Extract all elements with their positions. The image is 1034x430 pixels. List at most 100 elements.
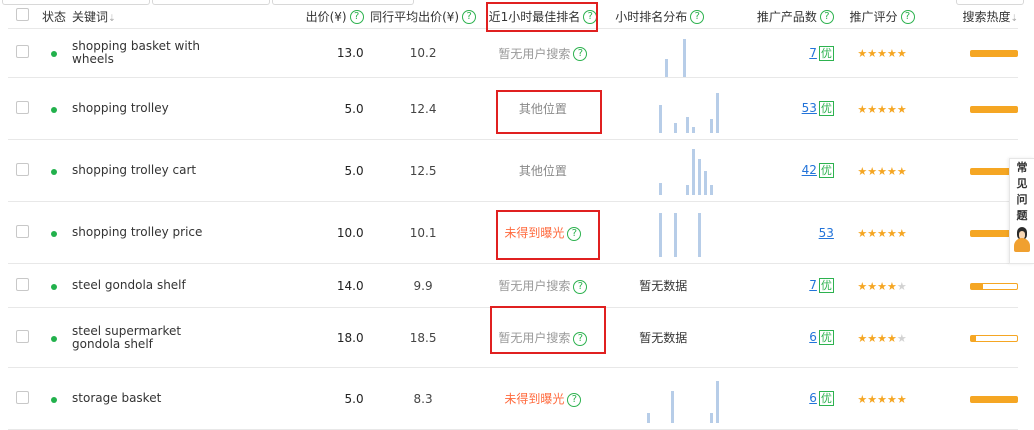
rank-bar <box>710 118 714 133</box>
search-heat-bar <box>970 282 1018 290</box>
search-heat-bar <box>970 50 1018 57</box>
star-icon: ★ <box>857 102 868 116</box>
search-heat-bar <box>970 334 1018 342</box>
star-icon: ★ <box>877 164 887 178</box>
faq-char-3: 问 <box>1016 193 1028 206</box>
help-icon[interactable]: ? <box>567 392 582 407</box>
star-icon: ★ <box>867 226 878 240</box>
table-row: storage basket 5.0 8.3 未得到曝光? 6优 ★★★★★ <box>8 367 1018 430</box>
product-count-link[interactable]: 53 <box>819 226 834 240</box>
status-dot-icon <box>51 168 57 175</box>
row-checkbox[interactable] <box>16 162 30 176</box>
rank-bar <box>665 59 669 77</box>
best-rank-value: 其他位置 <box>518 102 567 116</box>
row-checkbox[interactable] <box>16 390 30 404</box>
help-icon[interactable]: ? <box>567 226 582 241</box>
table-row: steel supermarket gondola shelf 18.0 18.… <box>8 307 1018 368</box>
score-stars: ★★★★★ <box>857 332 906 345</box>
help-icon[interactable]: ? <box>583 10 598 24</box>
status-dot-icon <box>51 335 57 342</box>
search-heat-bar <box>970 395 1018 403</box>
help-icon[interactable]: ? <box>900 10 915 24</box>
row-checkbox[interactable] <box>16 100 30 114</box>
quality-badge: 优 <box>818 101 834 116</box>
search-heat-bar <box>970 105 1018 113</box>
rank-bar <box>698 158 702 195</box>
keyword-text: shopping basket with wheels <box>72 39 200 66</box>
select-all-checkbox[interactable] <box>16 8 30 21</box>
star-icon: ★ <box>877 226 887 240</box>
faq-side-tab[interactable]: 常 见 问 题 <box>1009 158 1034 264</box>
sort-icon[interactable]: ⇣ <box>1010 14 1018 24</box>
rank-bar <box>710 412 714 423</box>
faq-char-1: 常 <box>1016 161 1028 174</box>
star-icon: ★ <box>896 392 907 406</box>
help-icon[interactable]: ? <box>349 10 364 24</box>
row-checkbox[interactable] <box>16 45 30 58</box>
star-icon: ★ <box>857 331 868 345</box>
rank-bar <box>716 92 720 133</box>
score-stars: ★★★★★ <box>857 393 906 406</box>
score-stars: ★★★★★ <box>857 47 906 60</box>
quality-badge: 优 <box>818 330 834 345</box>
star-icon: ★ <box>896 164 907 178</box>
status-dot-icon <box>51 106 57 113</box>
avg-bid-value: 10.1 <box>409 225 437 240</box>
star-icon: ★ <box>877 392 887 406</box>
rank-bar <box>704 170 708 195</box>
rank-bar <box>659 182 663 195</box>
product-count-link[interactable]: 6 <box>809 330 817 344</box>
product-count-link[interactable]: 6 <box>809 391 817 405</box>
avg-bid-value: 9.9 <box>413 278 433 293</box>
status-dot-icon <box>51 283 57 290</box>
star-icon: ★ <box>877 47 887 60</box>
score-stars: ★★★★★ <box>857 103 906 116</box>
help-icon[interactable]: ? <box>573 331 588 346</box>
bid-value: 13.0 <box>336 46 364 60</box>
avg-bid-value: 8.3 <box>413 391 433 406</box>
table-row: shopping trolley cart 5.0 12.5 其他位置 42 优 … <box>8 139 1018 202</box>
keyword-text: steel gondola shelf <box>72 278 186 292</box>
product-count-link[interactable]: 53 <box>802 101 817 115</box>
star-icon: ★ <box>857 47 868 60</box>
rank-bar <box>659 212 663 257</box>
header-avg-bid: 同行平均出价(¥) <box>370 9 460 24</box>
header-keyword: 关键词 <box>72 9 109 24</box>
help-icon[interactable]: ? <box>819 10 834 24</box>
search-heat-fill <box>971 230 1013 236</box>
star-icon: ★ <box>867 279 878 293</box>
quality-badge: 优 <box>818 163 834 178</box>
row-checkbox[interactable] <box>16 277 30 291</box>
row-checkbox[interactable] <box>16 224 30 238</box>
quality-badge: 优 <box>818 45 834 61</box>
header-heat: 搜索热度 <box>962 9 1011 24</box>
star-icon: ★ <box>867 331 878 345</box>
search-heat-fill <box>971 396 1017 402</box>
star-icon: ★ <box>867 47 878 60</box>
rank-bar <box>692 148 696 195</box>
row-checkbox[interactable] <box>16 329 30 343</box>
product-count-link[interactable]: 7 <box>809 278 817 292</box>
help-icon[interactable]: ? <box>573 279 588 294</box>
help-icon[interactable]: ? <box>690 10 705 24</box>
help-icon[interactable]: ? <box>462 10 477 24</box>
star-icon: ★ <box>886 279 897 293</box>
bid-value: 5.0 <box>344 391 364 406</box>
product-count-link[interactable]: 7 <box>809 46 817 60</box>
rank-distribution-empty: 暂无数据 <box>639 331 688 345</box>
keyword-text: steel supermarket gondola shelf <box>72 323 182 351</box>
quality-badge: 优 <box>818 278 834 293</box>
product-count-link[interactable]: 42 <box>802 163 817 177</box>
rank-bar <box>647 412 651 423</box>
avg-bid-value: 18.5 <box>409 330 437 345</box>
help-icon[interactable]: ? <box>573 47 588 61</box>
star-icon: ★ <box>857 226 868 240</box>
best-rank-value: 未得到曝光 <box>504 392 565 406</box>
star-icon: ★ <box>877 279 887 293</box>
rank-bar <box>698 212 702 257</box>
table-row: shopping trolley 5.0 12.4 其他位置 53 优 ★★★★★ <box>8 77 1018 140</box>
sort-icon[interactable]: ⇣ <box>108 14 116 24</box>
search-heat-fill <box>971 335 976 341</box>
rank-bar <box>686 184 690 195</box>
keyword-text: storage basket <box>72 391 162 405</box>
